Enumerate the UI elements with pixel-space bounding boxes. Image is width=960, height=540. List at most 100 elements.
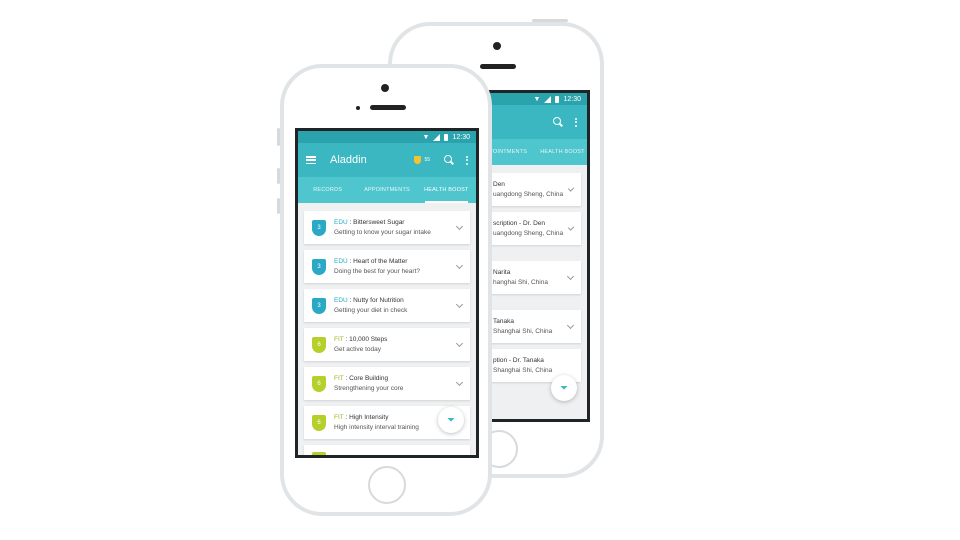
item-title: ption - Dr. Tanaka bbox=[493, 357, 544, 364]
chevron-down-icon[interactable] bbox=[455, 378, 464, 386]
chevron-down-icon[interactable] bbox=[567, 184, 575, 192]
chevron-down-icon[interactable] bbox=[567, 223, 575, 231]
chevron-down-icon[interactable] bbox=[455, 339, 464, 347]
mute-switch bbox=[277, 128, 280, 146]
shield-icon: 6 bbox=[312, 336, 326, 353]
list-item[interactable]: scription - Dr. Den uangdong Sheng, China bbox=[489, 212, 581, 245]
tab-appointments[interactable]: POINTMENTS bbox=[489, 139, 538, 165]
signal-icon bbox=[433, 133, 441, 141]
item-title: Tanaka bbox=[493, 318, 514, 325]
separator: : bbox=[345, 336, 348, 343]
list-item-partial[interactable] bbox=[304, 445, 470, 455]
filter-fab[interactable]: ⏷ bbox=[438, 407, 464, 433]
item-title: scription - Dr. Den bbox=[493, 220, 546, 227]
tab-health-boost[interactable]: HEALTH BOOST bbox=[538, 139, 587, 165]
tab-records[interactable]: RECORDS bbox=[298, 177, 357, 203]
shield-icon: 3 bbox=[312, 258, 326, 275]
list-item[interactable]: 3 EDU : Heart of the Matter Doing the be… bbox=[304, 250, 470, 283]
search-icon[interactable] bbox=[444, 155, 454, 165]
shield-icon: 6 bbox=[312, 414, 326, 431]
separator: : bbox=[349, 297, 352, 304]
chevron-down-icon[interactable] bbox=[566, 272, 575, 280]
more-icon[interactable] bbox=[466, 155, 468, 165]
points-value: 55 bbox=[424, 157, 430, 163]
volume-down-button bbox=[277, 198, 280, 214]
shield-icon bbox=[312, 452, 326, 455]
item-title: Narita bbox=[493, 269, 511, 276]
chevron-down-icon[interactable] bbox=[455, 261, 464, 269]
battery-icon bbox=[555, 95, 560, 103]
item-category: FIT bbox=[334, 414, 344, 421]
item-title: 10,000 Steps bbox=[349, 336, 388, 343]
item-title: Core Building bbox=[349, 375, 389, 382]
item-category: EDU bbox=[334, 297, 348, 304]
search-icon[interactable] bbox=[553, 117, 563, 127]
front-phone: ▼ 12:30 Aladdin 55 RECORDS APPOINTMENTS … bbox=[277, 64, 492, 516]
wifi-icon: ▼ bbox=[533, 95, 541, 103]
item-subtitle: uangdong Sheng, China bbox=[493, 230, 564, 237]
filter-icon: ⏷ bbox=[560, 382, 568, 394]
front-screen: ▼ 12:30 Aladdin 55 RECORDS APPOINTMENTS … bbox=[295, 128, 479, 458]
list-item[interactable]: 6 FIT : 10,000 Steps Get active today bbox=[304, 328, 470, 361]
back-toolbar bbox=[489, 105, 587, 139]
back-status-bar: ▼ 12:30 bbox=[489, 93, 587, 105]
signal-icon bbox=[544, 95, 552, 103]
separator: : bbox=[345, 414, 348, 421]
wifi-icon: ▼ bbox=[422, 133, 430, 141]
tab-health-boost[interactable]: HEALTH BOOST bbox=[417, 177, 476, 203]
item-subtitle: Getting your diet in check bbox=[334, 307, 408, 314]
status-bar: ▼ 12:30 bbox=[298, 131, 476, 143]
item-title: Bittersweet Sugar bbox=[353, 219, 405, 226]
back-screen: ▼ 12:30 POINTMENTS HEALTH BOOST Den uangd… bbox=[486, 90, 590, 422]
list-item[interactable]: 6 FIT : Core Building Strengthening your… bbox=[304, 367, 470, 400]
points-indicator[interactable]: 55 bbox=[414, 156, 430, 164]
separator: : bbox=[345, 375, 348, 382]
tabs: RECORDS APPOINTMENTS HEALTH BOOST bbox=[298, 177, 476, 203]
item-title: Heart of the Matter bbox=[353, 258, 408, 265]
app-title: Aladdin bbox=[330, 154, 367, 166]
list-item[interactable]: Den uangdong Sheng, China bbox=[489, 173, 581, 206]
item-title: High Intensity bbox=[349, 414, 389, 421]
back-camera bbox=[493, 42, 501, 50]
item-subtitle: Shanghai Shi, China bbox=[493, 328, 553, 335]
badge-icon bbox=[414, 156, 422, 164]
power-button bbox=[532, 19, 568, 22]
volume-up-button bbox=[277, 168, 280, 184]
shield-icon: 3 bbox=[312, 219, 326, 236]
battery-icon bbox=[444, 133, 449, 141]
list-item[interactable]: 3 EDU : Nutty for Nutrition Getting your… bbox=[304, 289, 470, 322]
item-subtitle: Shanghai Shi, China bbox=[493, 367, 553, 374]
chevron-down-icon[interactable] bbox=[455, 300, 464, 308]
item-subtitle: hanghai Shi, China bbox=[493, 279, 548, 286]
filter-icon: ⏷ bbox=[447, 414, 455, 426]
tab-appointments[interactable]: APPOINTMENTS bbox=[357, 177, 416, 203]
item-subtitle: Get active today bbox=[334, 346, 381, 353]
toolbar: Aladdin 55 bbox=[298, 143, 476, 177]
more-icon[interactable] bbox=[575, 117, 577, 127]
item-subtitle: Doing the best for your heart? bbox=[334, 268, 420, 275]
back-list: Den uangdong Sheng, China scription - Dr.… bbox=[489, 165, 587, 382]
item-subtitle: Strengthening your core bbox=[334, 385, 404, 392]
status-time: 12:30 bbox=[452, 133, 470, 141]
item-category: FIT bbox=[334, 375, 344, 382]
list-item[interactable]: Narita hanghai Shi, China bbox=[489, 261, 581, 294]
shield-icon: 3 bbox=[312, 297, 326, 314]
front-speaker bbox=[370, 105, 406, 110]
back-speaker bbox=[480, 64, 516, 69]
list-item[interactable]: Tanaka Shanghai Shi, China bbox=[489, 310, 581, 343]
shield-icon: 6 bbox=[312, 375, 326, 392]
list-item[interactable]: 3 EDU : Bittersweet Sugar Getting to kno… bbox=[304, 211, 470, 244]
front-camera bbox=[381, 84, 389, 92]
filter-fab[interactable]: ⏷ bbox=[551, 375, 577, 401]
item-title: Nutty for Nutrition bbox=[353, 297, 404, 304]
item-category: FIT bbox=[334, 336, 344, 343]
back-tabs: POINTMENTS HEALTH BOOST bbox=[489, 139, 587, 165]
item-subtitle: Getting to know your sugar intake bbox=[334, 229, 431, 236]
item-category: EDU bbox=[334, 219, 348, 226]
front-home-button[interactable] bbox=[368, 466, 406, 504]
status-time: 12:30 bbox=[563, 95, 581, 103]
chevron-down-icon[interactable] bbox=[566, 321, 575, 329]
menu-icon[interactable] bbox=[306, 156, 316, 164]
item-category: EDU bbox=[334, 258, 348, 265]
chevron-down-icon[interactable] bbox=[455, 222, 464, 230]
